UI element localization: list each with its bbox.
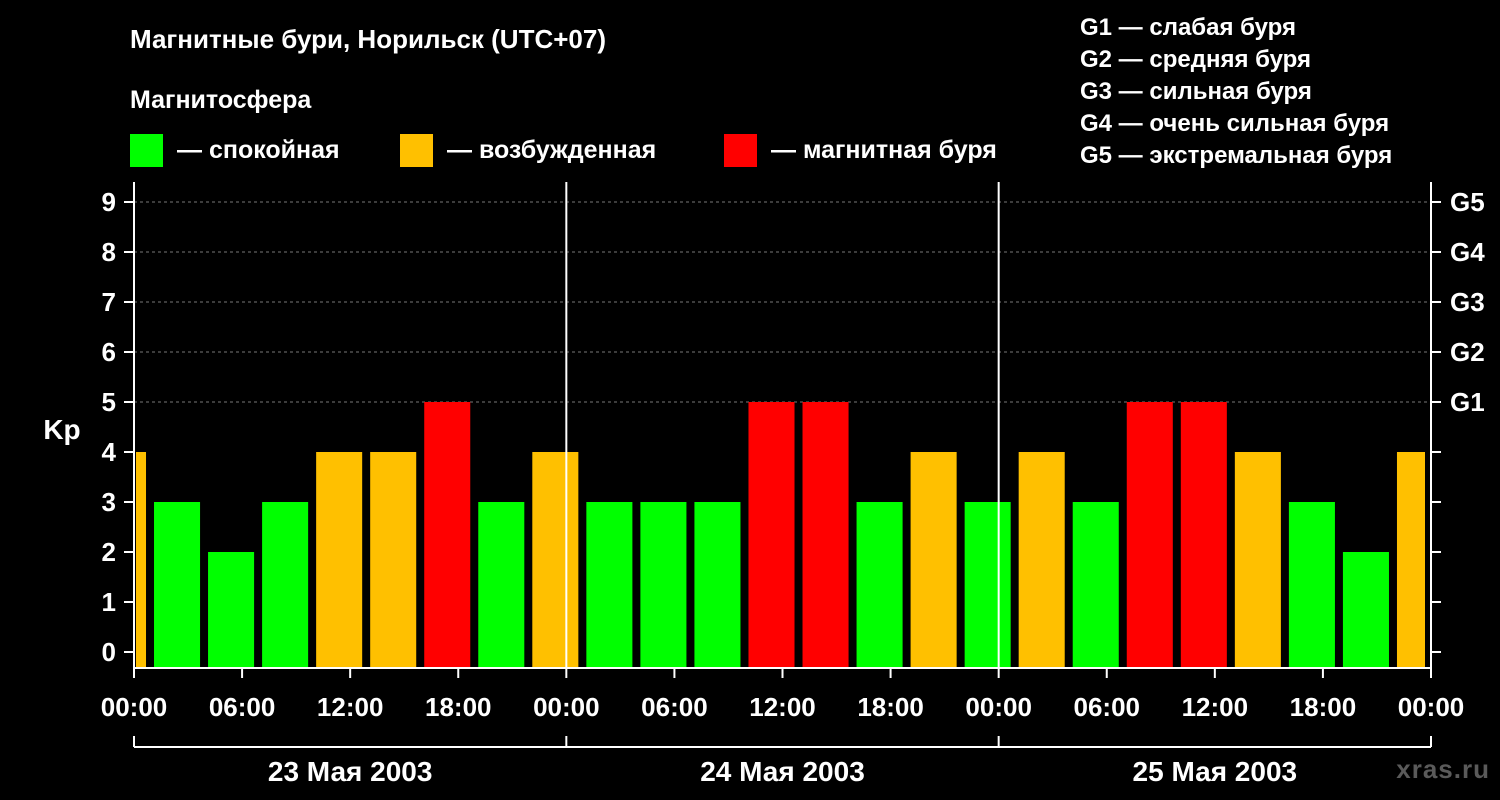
g-tick-label: G3 [1450, 287, 1485, 317]
kp-bar [370, 452, 417, 668]
kp-bar [586, 502, 633, 668]
x-tick-label: 12:00 [1182, 692, 1249, 722]
kp-bar [1234, 452, 1281, 668]
x-tick-label: 00:00 [533, 692, 600, 722]
y-tick-label: 3 [102, 487, 116, 517]
x-tick-label: 06:00 [1074, 692, 1141, 722]
kp-bar [478, 502, 525, 668]
y-tick-label: 4 [102, 437, 117, 467]
y-tick-label: 1 [102, 587, 116, 617]
kp-bar [262, 502, 309, 668]
y-tick-label: 6 [102, 337, 116, 367]
kp-bar-chart: 0 1 2 3 4 5 6 7 8 9 G1 G2 G3 G4 G5 Kp 00:00 06:00 12:00 18:… [43, 182, 1485, 787]
g-tick-label: G4 [1450, 237, 1485, 267]
x-tick-label: 06:00 [209, 692, 276, 722]
kp-bar [1396, 452, 1425, 668]
x-tick-label: 12:00 [317, 692, 384, 722]
day-label: 23 Мая 2003 [268, 756, 433, 787]
g-tick-label: G1 [1450, 387, 1485, 417]
kp-bar [1072, 502, 1119, 668]
x-tick-label: 18:00 [425, 692, 492, 722]
g-tick-label: G2 [1450, 337, 1485, 367]
y-tick-label: 7 [102, 287, 116, 317]
y-tick-label: 0 [102, 637, 116, 667]
y-tick-label: 8 [102, 237, 116, 267]
g-tick-label: G5 [1450, 187, 1485, 217]
kp-bar [640, 502, 687, 668]
kp-bar [964, 502, 1011, 668]
kp-bar [1342, 552, 1389, 668]
x-tick-label: 00:00 [965, 692, 1032, 722]
y-tick-label: 2 [102, 537, 116, 567]
kp-bar [154, 502, 201, 668]
watermark: xras.ru [1396, 754, 1490, 784]
y-axis-label: Kp [43, 414, 80, 445]
kp-bar [910, 452, 957, 668]
kp-bar [424, 402, 471, 668]
kp-bar [694, 502, 741, 668]
x-tick-label: 00:00 [1398, 692, 1465, 722]
day-label: 25 Мая 2003 [1133, 756, 1298, 787]
y-tick-label: 9 [102, 187, 116, 217]
kp-bar [1018, 452, 1065, 668]
kp-bar [1288, 502, 1335, 668]
kp-bar [136, 452, 147, 668]
y-tick-label: 5 [102, 387, 116, 417]
kp-bar [1180, 402, 1227, 668]
kp-bar [1126, 402, 1173, 668]
x-tick-label: 18:00 [1290, 692, 1357, 722]
x-tick-label: 12:00 [749, 692, 816, 722]
kp-bar [856, 502, 903, 668]
x-tick-label: 06:00 [641, 692, 708, 722]
kp-bar [748, 402, 795, 668]
day-label: 24 Мая 2003 [700, 756, 865, 787]
kp-bar [532, 452, 579, 668]
kp-bar [316, 452, 363, 668]
x-tick-label: 18:00 [857, 692, 924, 722]
kp-bar [802, 402, 849, 668]
x-tick-label: 00:00 [101, 692, 168, 722]
kp-bar [208, 552, 255, 668]
